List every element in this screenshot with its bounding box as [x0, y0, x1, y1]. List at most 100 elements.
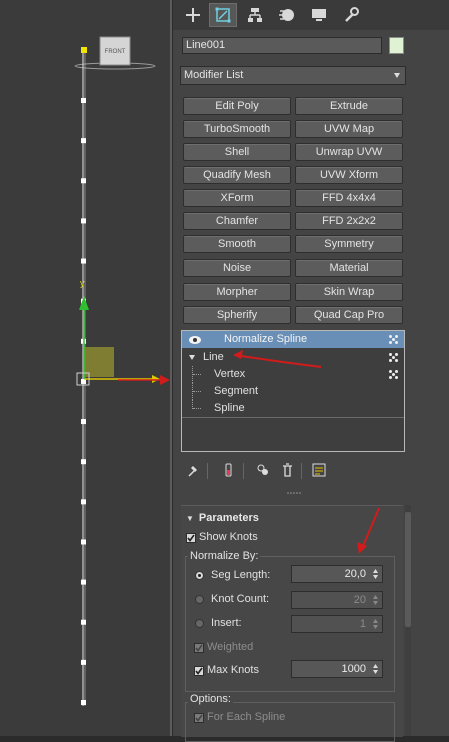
- tab-motion[interactable]: [273, 3, 301, 27]
- display-icon: [312, 9, 326, 21]
- stack-subitem-spline[interactable]: Spline: [182, 400, 404, 417]
- modifier-button-material[interactable]: Material: [295, 259, 403, 277]
- modifier-button-chamfer[interactable]: Chamfer: [183, 212, 291, 230]
- spline-knot[interactable]: [81, 218, 86, 224]
- checkmark-icon: [187, 534, 195, 542]
- spline-knot[interactable]: [81, 619, 86, 625]
- eye-icon[interactable]: [188, 335, 202, 345]
- spline-knot[interactable]: [81, 98, 86, 103]
- move-gizmo[interactable]: y: [76, 278, 160, 386]
- modifier-button-quadify-mesh[interactable]: Quadify Mesh: [183, 166, 291, 184]
- command-panel: Line001 Modifier List Edit Poly Extrude Tu…: [173, 0, 449, 742]
- modifier-button-uvw-xform[interactable]: UVW Xform: [295, 166, 403, 184]
- modifier-button-smooth[interactable]: Smooth: [183, 235, 291, 253]
- modifier-list-dropdown[interactable]: Modifier List: [180, 66, 406, 85]
- collapse-triangle-icon[interactable]: ▼: [186, 514, 194, 523]
- chevron-down-icon: [394, 73, 400, 78]
- motion-icon: [279, 9, 294, 21]
- max-knots-spinner[interactable]: 1000: [291, 660, 383, 678]
- spline-knot[interactable]: [81, 499, 86, 505]
- first-vertex[interactable]: [81, 47, 87, 53]
- make-unique-icon[interactable]: [255, 462, 271, 478]
- insert-label: Insert:: [211, 617, 242, 629]
- delete-modifier-icon[interactable]: [279, 462, 295, 478]
- seg-length-value: 20,0: [344, 568, 366, 580]
- modifier-list-label: Modifier List: [184, 69, 244, 81]
- modifier-button-uvw-map[interactable]: UVW Map: [295, 120, 403, 138]
- stack-options-icon: [389, 335, 399, 345]
- knot-count-radio[interactable]: [195, 595, 204, 604]
- spline-knot[interactable]: [81, 539, 86, 545]
- modifier-button-unwrap-uvw[interactable]: Unwrap UVW: [295, 143, 403, 161]
- tab-display[interactable]: [305, 3, 333, 27]
- checkmark-icon: [195, 714, 203, 722]
- viewcube-label: FRONT: [105, 49, 126, 55]
- seg-length-spinner[interactable]: 20,0: [291, 565, 383, 583]
- viewport-front[interactable]: FRONT y: [0, 0, 172, 736]
- configure-modifier-sets-icon[interactable]: [311, 462, 327, 478]
- annotation-arrow-stack: [233, 350, 322, 368]
- rollout-title: Parameters: [198, 512, 259, 524]
- options-label: Options:: [188, 693, 233, 705]
- stack-subitem-label: Segment: [214, 385, 259, 397]
- for-each-spline-checkbox[interactable]: [194, 713, 204, 723]
- stack-subitem-label: Spline: [214, 402, 245, 414]
- panel-splitter[interactable]: [173, 488, 449, 496]
- modifier-button-turbosmooth[interactable]: TurboSmooth: [183, 120, 291, 138]
- spinner-arrows-icon[interactable]: [372, 618, 379, 630]
- knot-count-spinner[interactable]: 20: [291, 591, 383, 609]
- stack-options-icon: [389, 353, 399, 363]
- spline-knot[interactable]: [81, 258, 86, 264]
- modifier-button-ffd-2x2x2[interactable]: FFD 2x2x2: [295, 212, 403, 230]
- object-color-swatch[interactable]: [389, 37, 404, 54]
- spinner-arrows-icon[interactable]: [372, 568, 379, 580]
- max-knots-value: 1000: [341, 663, 366, 675]
- modifier-button-skin-wrap[interactable]: Skin Wrap: [295, 283, 403, 301]
- spline-knot[interactable]: [81, 178, 86, 184]
- tab-modify[interactable]: [209, 3, 237, 27]
- spline-knot[interactable]: [81, 659, 86, 665]
- modifier-button-shell[interactable]: Shell: [183, 143, 291, 161]
- modifier-button-ffd-4x4x4[interactable]: FFD 4x4x4: [295, 189, 403, 207]
- object-name-input[interactable]: Line001: [182, 37, 382, 54]
- seg-length-radio[interactable]: [195, 571, 204, 580]
- spline-knot[interactable]: [81, 138, 86, 144]
- spline-knot[interactable]: [81, 459, 86, 465]
- rollout-header[interactable]: ▼ Parameters: [186, 512, 259, 524]
- show-knots-checkbox[interactable]: [186, 533, 196, 543]
- spline-knot[interactable]: [81, 700, 86, 705]
- stack-options-icon: [389, 370, 399, 380]
- modifier-button-symmetry[interactable]: Symmetry: [295, 235, 403, 253]
- tab-utilities[interactable]: [337, 3, 365, 27]
- tab-create[interactable]: [179, 3, 207, 27]
- viewport-canvas[interactable]: FRONT y: [0, 0, 172, 736]
- insert-value: 1: [359, 618, 366, 630]
- show-end-result-icon[interactable]: [221, 462, 237, 478]
- insert-radio[interactable]: [195, 619, 204, 628]
- insert-spinner[interactable]: 1: [291, 615, 383, 633]
- modifier-button-morpher[interactable]: Morpher: [183, 283, 291, 301]
- stack-toolbar: [181, 460, 411, 482]
- max-knots-checkbox[interactable]: [194, 666, 204, 676]
- spinner-arrows-icon[interactable]: [372, 663, 379, 675]
- modifier-button-quad-cap-pro[interactable]: Quad Cap Pro: [295, 306, 403, 324]
- panel-tabbar: [173, 0, 449, 30]
- expand-triangle-icon[interactable]: [189, 355, 195, 360]
- pin-stack-icon[interactable]: [185, 462, 201, 478]
- tab-hierarchy[interactable]: [241, 3, 269, 27]
- spline-knot[interactable]: [81, 579, 86, 585]
- spinner-arrows-icon[interactable]: [372, 594, 379, 606]
- stack-subitem-segment[interactable]: Segment: [182, 383, 404, 400]
- for-each-spline-label: For Each Spline: [207, 711, 286, 723]
- hierarchy-icon: [248, 8, 262, 22]
- modifier-button-edit-poly[interactable]: Edit Poly: [183, 97, 291, 115]
- modifier-button-extrude[interactable]: Extrude: [295, 97, 403, 115]
- modifier-button-noise[interactable]: Noise: [183, 259, 291, 277]
- plus-icon: [186, 8, 200, 22]
- modifier-button-spherify[interactable]: Spherify: [183, 306, 291, 324]
- modifier-button-xform[interactable]: XForm: [183, 189, 291, 207]
- weighted-checkbox[interactable]: [194, 643, 204, 653]
- panel-scrollbar-thumb[interactable]: [405, 512, 411, 627]
- knot-count-value: 20: [353, 594, 366, 606]
- spline-knot[interactable]: [81, 419, 86, 425]
